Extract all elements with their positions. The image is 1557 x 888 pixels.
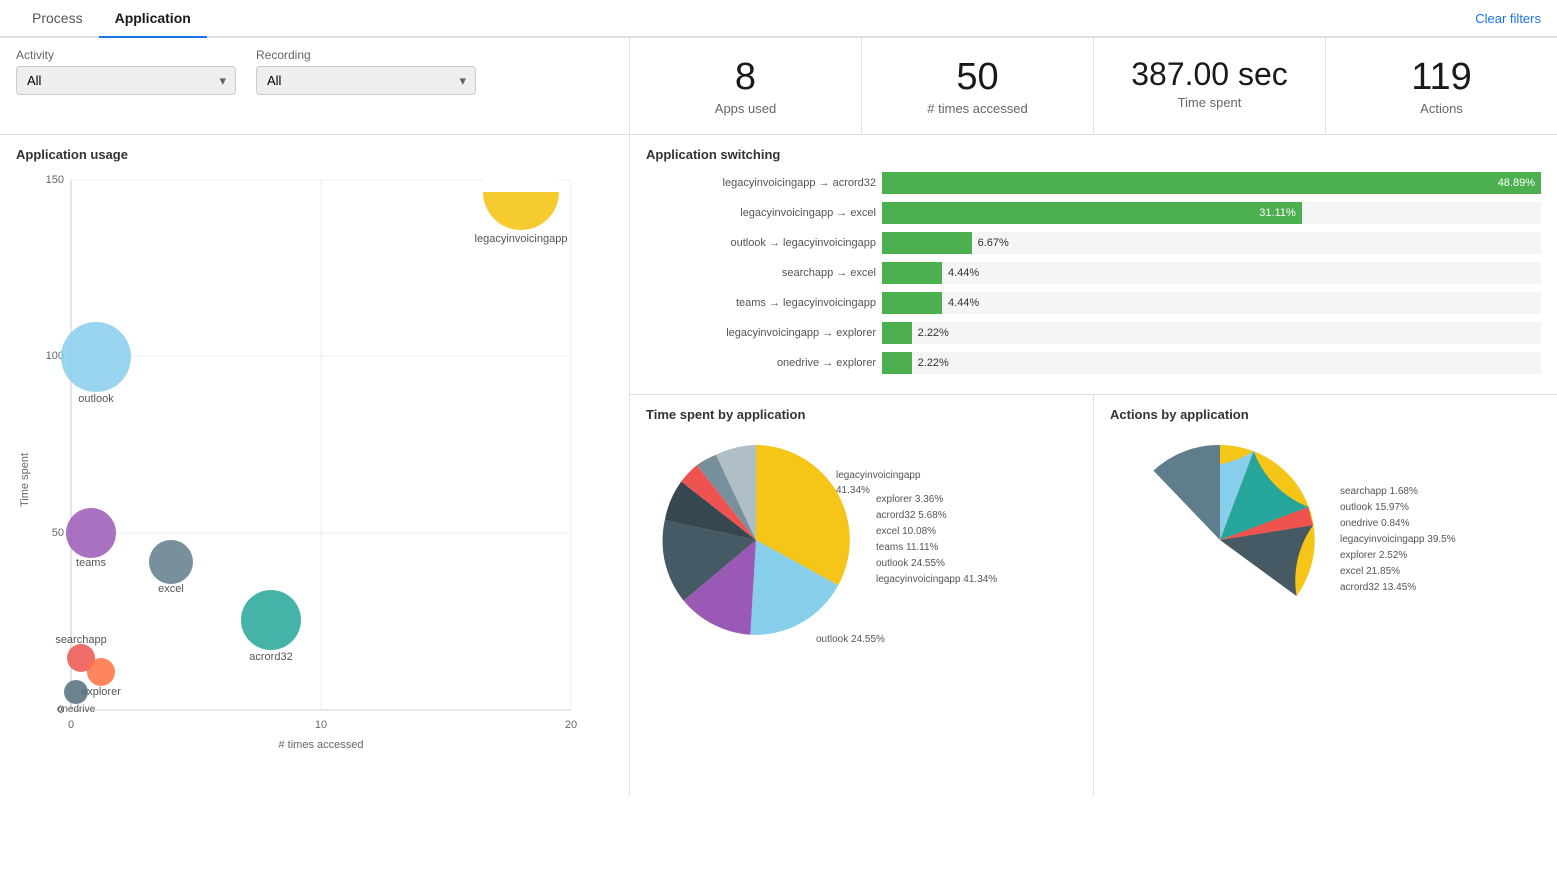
bar-row-2: outlook → legacyinvoicingapp 6.67% <box>646 232 1541 254</box>
time-by-app-title: Time spent by application <box>646 407 1077 422</box>
bar-row-0: legacyinvoicingapp → acrord32 48.89% <box>646 172 1541 194</box>
actions-by-app-title: Actions by application <box>1110 407 1541 422</box>
activity-select[interactable]: All <box>16 66 236 95</box>
bar-row-5: legacyinvoicingapp → explorer 2.22% <box>646 322 1541 344</box>
clear-filters-button[interactable]: Clear filters <box>1475 11 1541 26</box>
actions-pie-label-onedrive: onedrive 0.84% <box>1340 516 1456 532</box>
stat-apps-used: 8 Apps used <box>630 38 862 134</box>
stat-times-accessed-label: # times accessed <box>878 101 1077 116</box>
svg-text:legacyinvoicingapp: legacyinvoicingapp <box>475 233 568 245</box>
bar-label-5: legacyinvoicingapp → explorer <box>646 327 876 339</box>
recording-select[interactable]: All <box>256 66 476 95</box>
stat-time-spent-value: 387.00 sec <box>1110 56 1309 93</box>
time-pie-label-outlook: outlook 24.55% <box>876 556 997 572</box>
bar-value-4: 4.44% <box>948 297 979 309</box>
time-pie-chart <box>646 430 866 650</box>
activity-select-wrapper[interactable]: All <box>16 66 236 95</box>
stat-apps-used-label: Apps used <box>646 101 845 116</box>
svg-text:# times accessed: # times accessed <box>279 739 364 751</box>
stat-time-spent-label: Time spent <box>1110 95 1309 110</box>
recording-label: Recording <box>256 48 476 62</box>
app-switching-title: Application switching <box>646 147 1541 162</box>
bar-label-4: teams → legacyinvoicingapp <box>646 297 876 309</box>
svg-text:onedrive: onedrive <box>57 704 96 715</box>
svg-text:teams: teams <box>76 557 106 569</box>
activity-label: Activity <box>16 48 236 62</box>
app-usage-panel: Application usage Time spent <box>0 135 630 795</box>
bar-label-0: legacyinvoicingapp → acrord32 <box>646 177 876 189</box>
svg-text:excel: excel <box>158 583 184 595</box>
bar-label-3: searchapp → excel <box>646 267 876 279</box>
recording-select-wrapper[interactable]: All <box>256 66 476 95</box>
stat-actions: 119 Actions <box>1326 38 1557 134</box>
actions-pie-label-outlook: outlook 15.97% <box>1340 500 1456 516</box>
bar-label-1: legacyinvoicingapp → excel <box>646 207 876 219</box>
bar-value-1: 31.11% <box>1259 207 1296 219</box>
stat-apps-used-value: 8 <box>646 56 845 99</box>
actions-pie-label-excel: excel 21.85% <box>1340 564 1456 580</box>
page: Process Application Clear filters Activi… <box>0 0 1557 888</box>
bar-row-6: onedrive → explorer 2.22% <box>646 352 1541 374</box>
bar-value-0: 48.89% <box>1498 177 1535 189</box>
time-pie-label-excel: excel 10.08% <box>876 524 997 540</box>
stat-times-accessed: 50 # times accessed <box>862 38 1094 134</box>
time-pie-label-legacyinvoicingapp: legacyinvoicingapp 41.34% <box>876 572 997 588</box>
actions-by-app-panel: Actions by application <box>1094 395 1557 795</box>
svg-text:20: 20 <box>565 719 577 731</box>
svg-text:outlook: outlook <box>78 393 114 405</box>
time-pie-label-explorer: explorer 3.36% <box>876 492 997 508</box>
tab-process[interactable]: Process <box>16 0 99 36</box>
recording-filter-group: Recording All <box>256 48 476 124</box>
svg-text:50: 50 <box>52 527 64 539</box>
bar-row-3: searchapp → excel 4.44% <box>646 262 1541 284</box>
stat-times-accessed-value: 50 <box>878 56 1077 99</box>
activity-filter-group: Activity All <box>16 48 236 124</box>
bar-value-2: 6.67% <box>978 237 1009 249</box>
stat-time-spent: 387.00 sec Time spent <box>1094 38 1326 134</box>
bar-row-4: teams → legacyinvoicingapp 4.44% <box>646 292 1541 314</box>
svg-text:Time spent: Time spent <box>19 453 31 507</box>
actions-pie-label-legacyinvoicingapp: legacyinvoicingapp 39.5% <box>1340 532 1456 548</box>
bar-value-5: 2.22% <box>918 327 949 339</box>
bar-value-3: 4.44% <box>948 267 979 279</box>
bar-value-6: 2.22% <box>918 357 949 369</box>
actions-pie-label-acrord32: acrord32 13.45% <box>1340 580 1456 596</box>
svg-text:0: 0 <box>68 719 74 731</box>
time-pie-label-teams: teams 11.11% <box>876 540 997 556</box>
actions-pie-label-explorer: explorer 2.52% <box>1340 548 1456 564</box>
svg-text:10: 10 <box>315 719 327 731</box>
scatter-chart: Time spent 0 50 100 <box>16 170 606 770</box>
actions-pie-label-searchapp: searchapp 1.68% <box>1340 484 1456 500</box>
app-switching-panel: Application switching legacyinvoicingapp… <box>630 135 1557 395</box>
svg-text:150: 150 <box>46 174 64 186</box>
time-by-app-panel: Time spent by application <box>630 395 1094 795</box>
tab-application[interactable]: Application <box>99 0 207 38</box>
bar-label-6: onedrive → explorer <box>646 357 876 369</box>
actions-pie-chart <box>1110 430 1330 650</box>
bar-row-1: legacyinvoicingapp → excel 31.11% <box>646 202 1541 224</box>
svg-text:searchapp: searchapp <box>55 634 106 646</box>
svg-text:acrord32: acrord32 <box>249 651 292 663</box>
stat-actions-label: Actions <box>1342 101 1541 116</box>
time-pie-label-acrord32: acrord32 5.68% <box>876 508 997 524</box>
bar-label-2: outlook → legacyinvoicingapp <box>646 237 876 249</box>
stat-actions-value: 119 <box>1342 56 1541 99</box>
